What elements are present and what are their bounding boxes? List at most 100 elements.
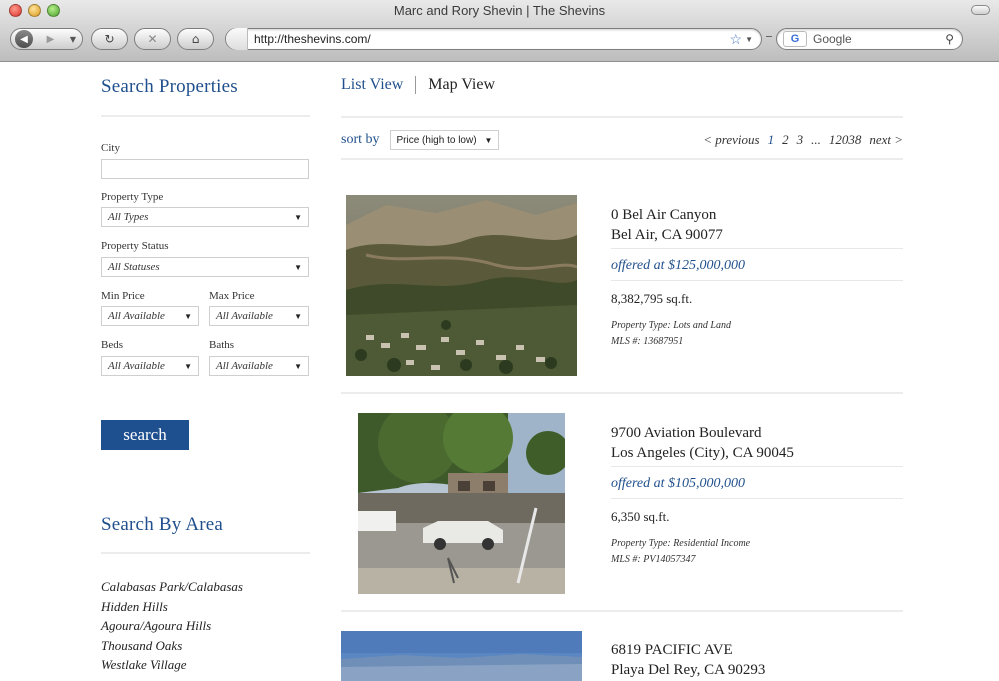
sort-bar: sort by Price (high to low) ▼ < previous… <box>341 130 903 150</box>
area-link-calabasas[interactable]: Calabasas Park/Calabasas <box>101 577 311 597</box>
search-placeholder: Google <box>813 32 852 46</box>
baths-select[interactable]: All Available ▼ <box>209 356 309 376</box>
listing-item: 6819 PACIFIC AVE Playa Del Rey, CA 90293 <box>341 631 903 681</box>
forward-icon[interactable]: ▶ <box>42 30 60 48</box>
listing-separator <box>341 610 903 612</box>
listing-divider <box>611 466 903 467</box>
listing-separator <box>341 392 903 394</box>
back-icon[interactable]: ◀ <box>15 30 33 48</box>
address-line-1: 0 Bel Air Canyon <box>611 207 717 223</box>
search-by-area-title: Search By Area <box>101 514 224 535</box>
chevron-down-icon: ▼ <box>484 135 493 145</box>
listing-divider <box>611 498 903 499</box>
url-dropdown-icon[interactable]: ▼ <box>745 35 753 44</box>
view-tabs: List View Map View <box>341 76 495 94</box>
previous-page-link[interactable]: < previous <box>703 132 759 148</box>
url-text[interactable]: http://theshevins.com/ <box>254 32 730 46</box>
max-price-value: All Available <box>216 310 273 322</box>
listing-address[interactable]: 6819 PACIFIC AVE Playa Del Rey, CA 90293 <box>611 640 765 680</box>
listing-item: 9700 Aviation Boulevard Los Angeles (Cit… <box>341 413 903 613</box>
listing-divider <box>611 280 903 281</box>
property-type-select[interactable]: All Types ▼ <box>101 207 309 227</box>
chevron-down-icon: ▼ <box>294 361 302 371</box>
max-price-label: Max Price <box>209 290 255 302</box>
chevron-down-icon: ▼ <box>294 212 302 222</box>
listing-photo[interactable] <box>341 631 582 681</box>
area-link-agoura[interactable]: Agoura/Agoura Hills <box>101 616 311 636</box>
tab-list-view[interactable]: List View <box>341 76 403 94</box>
address-line-2: Bel Air, CA 90077 <box>611 227 723 243</box>
chevron-down-icon: ▼ <box>294 311 302 321</box>
min-price-select[interactable]: All Available ▼ <box>101 306 199 326</box>
listing-photo[interactable] <box>358 413 565 594</box>
listing-photo[interactable] <box>346 195 577 376</box>
tab-map-view[interactable]: Map View <box>428 76 495 94</box>
browser-search-field[interactable]: G Google ⚲ <box>776 28 963 50</box>
canyon-photo <box>346 195 577 376</box>
listing-address[interactable]: 9700 Aviation Boulevard Los Angeles (Cit… <box>611 423 794 463</box>
stop-button[interactable]: ✕ <box>134 28 171 50</box>
page-link-1[interactable]: 1 <box>768 132 775 148</box>
area-link-westlake[interactable]: Westlake Village <box>101 655 311 675</box>
next-page-link[interactable]: next > <box>869 132 903 148</box>
address-line-1: 9700 Aviation Boulevard <box>611 425 762 441</box>
home-button[interactable]: ⌂ <box>177 28 214 50</box>
search-icon[interactable]: ⚲ <box>945 32 954 46</box>
google-engine-icon[interactable]: G <box>783 31 807 47</box>
tab-separator <box>415 76 417 94</box>
listing-sqft: 6,350 sq.ft. <box>611 509 670 524</box>
mls-number: MLS #: PV14057347 <box>611 554 696 565</box>
address-line-1: 6819 PACIFIC AVE <box>611 642 733 658</box>
listing-meta: Property Type: Lots and Land MLS #: 1368… <box>611 318 731 350</box>
sidebar-divider <box>101 552 310 554</box>
header-divider <box>341 116 903 118</box>
address-bar[interactable]: http://theshevins.com/ ☆ ▼ <box>225 28 762 50</box>
city-input[interactable] <box>101 159 309 179</box>
bookmark-star-icon[interactable]: ☆ <box>730 31 743 48</box>
beds-label: Beds <box>101 339 123 351</box>
toolbar-toggle-button[interactable] <box>971 5 990 15</box>
city-label: City <box>101 142 120 154</box>
property-status-select[interactable]: All Statuses ▼ <box>101 257 309 277</box>
listing-item: 0 Bel Air Canyon Bel Air, CA 90077 offer… <box>341 195 903 395</box>
street-photo <box>358 413 565 594</box>
listing-sqft: 8,382,795 sq.ft. <box>611 291 693 306</box>
page-link-last[interactable]: 12038 <box>829 132 862 148</box>
property-type-text: Property Type: Lots and Land <box>611 320 731 331</box>
window-title: Marc and Rory Shevin | The Shevins <box>393 3 606 18</box>
pagination: < previous 1 2 3 ... 12038 next > <box>703 132 903 148</box>
max-price-select[interactable]: All Available ▼ <box>209 306 309 326</box>
search-properties-title: Search Properties <box>101 76 238 97</box>
beds-value: All Available <box>108 360 165 372</box>
sidebar-divider <box>101 115 310 117</box>
history-nav-group: ◀ ▶ ▼ <box>10 28 83 50</box>
toolbar-divider <box>766 36 772 37</box>
search-button[interactable]: search <box>101 420 189 450</box>
reload-icon: ↻ <box>104 32 115 46</box>
history-dropdown-icon[interactable]: ▼ <box>68 30 78 48</box>
stop-icon: ✕ <box>147 32 158 46</box>
reload-button[interactable]: ↻ <box>91 28 128 50</box>
mls-number: MLS #: 13687951 <box>611 336 684 347</box>
address-line-2: Los Angeles (City), CA 90045 <box>611 445 794 461</box>
home-icon: ⌂ <box>191 32 200 46</box>
property-type-label: Property Type <box>101 191 164 203</box>
listing-price: offered at $105,000,000 <box>611 476 746 491</box>
page-ellipsis: ... <box>811 132 821 147</box>
chevron-down-icon: ▼ <box>184 361 192 371</box>
sort-select[interactable]: Price (high to low) ▼ <box>389 130 500 150</box>
property-type-text: Property Type: Residential Income <box>611 538 751 549</box>
listing-divider <box>611 248 903 249</box>
beds-select[interactable]: All Available ▼ <box>101 356 199 376</box>
sort-divider <box>341 158 903 160</box>
area-link-hidden-hills[interactable]: Hidden Hills <box>101 597 311 617</box>
listing-address[interactable]: 0 Bel Air Canyon Bel Air, CA 90077 <box>611 205 723 245</box>
property-status-label: Property Status <box>101 240 169 252</box>
page-link-3[interactable]: 3 <box>797 132 804 148</box>
chevron-down-icon: ▼ <box>294 262 302 272</box>
sort-label: sort by <box>341 132 380 147</box>
page-link-2[interactable]: 2 <box>782 132 789 148</box>
area-link-thousand-oaks[interactable]: Thousand Oaks <box>101 636 311 656</box>
coast-photo <box>341 631 582 681</box>
site-icon <box>226 28 248 50</box>
